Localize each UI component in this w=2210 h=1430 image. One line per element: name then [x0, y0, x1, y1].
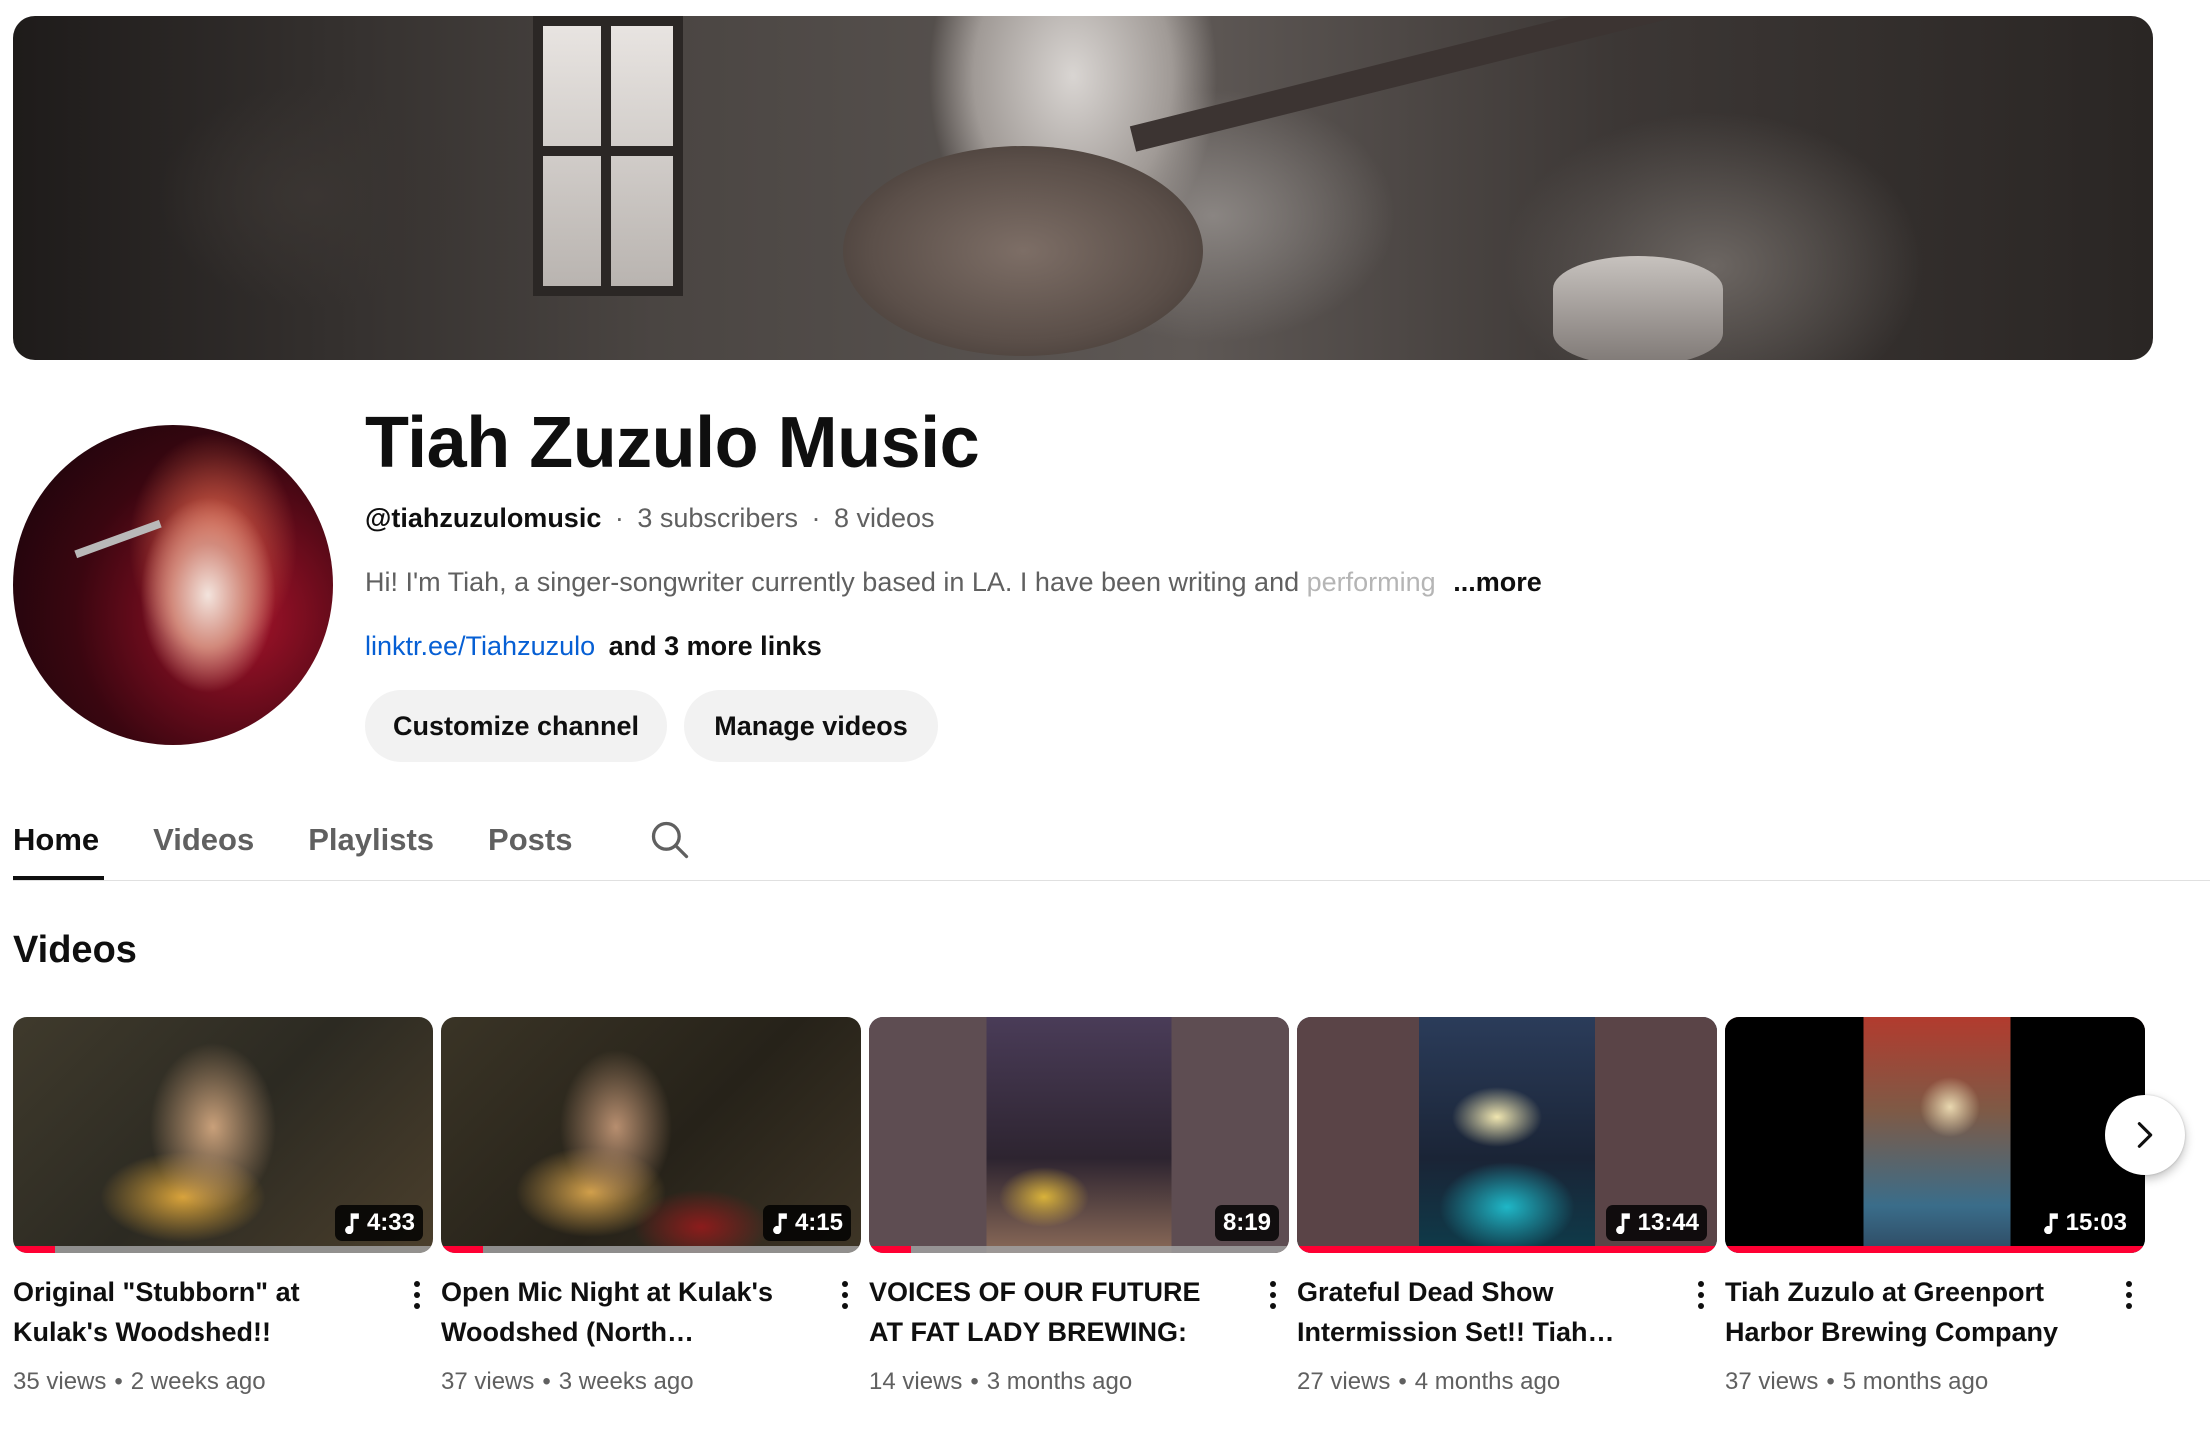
watch-progress-track — [1725, 1246, 2145, 1253]
section-title: Videos — [13, 929, 137, 971]
video-duration-badge: 15:03 — [2033, 1205, 2135, 1241]
watch-progress-fill — [1297, 1246, 1717, 1253]
watch-progress-track — [869, 1246, 1289, 1253]
video-card[interactable]: 15:03 Tiah Zuzulo at Greenport Harbor Br… — [1725, 1017, 2145, 1395]
video-meta: 37 views • 3 weeks ago — [441, 1367, 694, 1397]
video-thumbnail[interactable]: 15:03 — [1725, 1017, 2145, 1253]
more-vertical-icon[interactable] — [403, 1275, 431, 1315]
music-note-icon — [1615, 1213, 1630, 1234]
description-more-link[interactable]: ...more — [1453, 567, 1542, 597]
video-title[interactable]: Original "Stubborn" at Kulak's Woodshed!… — [13, 1272, 383, 1352]
description-faded-text: performing — [1306, 567, 1436, 597]
watch-progress-fill — [13, 1246, 55, 1253]
more-links-button[interactable]: and 3 more links — [609, 631, 822, 661]
channel-meta: @tiahzuzulomusic · 3 subscribers · 8 vid… — [365, 500, 935, 536]
tabs-divider — [13, 880, 2210, 881]
video-thumbnail[interactable]: 4:33 — [13, 1017, 433, 1253]
tab-videos[interactable]: Videos — [153, 800, 254, 880]
search-glyph — [652, 821, 689, 859]
video-thumbnail[interactable]: 13:44 — [1297, 1017, 1717, 1253]
video-meta: 37 views • 5 months ago — [1725, 1367, 1988, 1397]
video-duration-badge: 8:19 — [1214, 1205, 1279, 1241]
channel-handle: @tiahzuzulomusic — [365, 503, 602, 533]
video-duration: 13:44 — [1637, 1209, 1699, 1236]
music-note-icon — [773, 1213, 787, 1234]
video-duration-badge: 13:44 — [1605, 1205, 1707, 1241]
manage-videos-button[interactable]: Manage videos — [684, 690, 938, 762]
more-vertical-icon[interactable] — [1687, 1275, 1715, 1315]
music-note-icon — [345, 1213, 359, 1234]
search-icon[interactable] — [646, 800, 694, 880]
watch-progress-fill — [441, 1246, 483, 1253]
watch-progress-track — [13, 1246, 433, 1253]
more-vertical-icon[interactable] — [831, 1275, 859, 1315]
channel-links: linktr.ee/Tiahzuzulo and 3 more links — [365, 628, 822, 664]
video-thumbnail[interactable]: 8:19 — [869, 1017, 1289, 1253]
upload-age: 2 weeks ago — [130, 1368, 266, 1395]
customize-channel-button[interactable]: Customize channel — [365, 690, 667, 762]
channel-tabs: Home Videos Playlists Posts — [13, 800, 748, 880]
video-duration-badge: 4:33 — [334, 1205, 423, 1241]
video-thumbnail[interactable]: 4:15 — [441, 1017, 861, 1253]
video-meta: 27 views • 4 months ago — [1297, 1367, 1560, 1397]
shelf-next-button[interactable] — [2105, 1095, 2185, 1175]
view-count: 37 views — [441, 1368, 535, 1395]
banner-window — [533, 16, 683, 296]
channel-banner — [13, 16, 2153, 360]
view-count: 14 views — [869, 1368, 963, 1395]
video-duration: 8:19 — [1222, 1209, 1271, 1236]
watch-progress-track — [441, 1246, 861, 1253]
video-meta: 14 views • 3 months ago — [869, 1367, 1132, 1397]
tab-posts[interactable]: Posts — [488, 800, 572, 880]
meta-separator: • — [114, 1368, 123, 1395]
video-duration: 4:33 — [366, 1209, 415, 1236]
video-card[interactable]: 13:44 Grateful Dead Show Intermission Se… — [1297, 1017, 1717, 1395]
video-card[interactable]: 4:15 Open Mic Night at Kulak's Woodshed … — [441, 1017, 861, 1395]
video-title[interactable]: Tiah Zuzulo at Greenport Harbor Brewing … — [1725, 1272, 2095, 1352]
watch-progress-fill — [1725, 1246, 2145, 1253]
upload-age: 3 months ago — [986, 1368, 1133, 1395]
more-vertical-icon[interactable] — [2115, 1275, 2143, 1315]
meta-separator: · — [811, 503, 821, 533]
channel-title: Tiah Zuzulo Music — [365, 403, 980, 483]
upload-age: 3 weeks ago — [558, 1368, 694, 1395]
video-card[interactable]: 8:19 VOICES OF OUR FUTURE AT FAT LADY BR… — [869, 1017, 1289, 1395]
banner-guitar — [843, 146, 1203, 356]
view-count: 35 views — [13, 1368, 107, 1395]
upload-age: 5 months ago — [1842, 1368, 1989, 1395]
tab-home[interactable]: Home — [13, 800, 105, 880]
watch-progress-fill — [869, 1246, 911, 1253]
view-count: 37 views — [1725, 1368, 1819, 1395]
upload-age: 4 months ago — [1414, 1368, 1561, 1395]
channel-avatar[interactable] — [13, 425, 333, 745]
watch-progress-track — [1297, 1246, 1717, 1253]
video-duration: 15:03 — [2065, 1209, 2127, 1236]
video-title[interactable]: Grateful Dead Show Intermission Set!! Ti… — [1297, 1272, 1667, 1352]
meta-separator: • — [542, 1368, 551, 1395]
video-title[interactable]: Open Mic Night at Kulak's Woodshed (Nort… — [441, 1272, 811, 1352]
more-vertical-icon[interactable] — [1259, 1275, 1287, 1315]
avatar-microphone — [74, 519, 162, 559]
meta-separator: • — [1826, 1368, 1835, 1395]
channel-external-link[interactable]: linktr.ee/Tiahzuzulo — [365, 631, 595, 661]
video-duration-badge: 4:15 — [762, 1205, 851, 1241]
video-duration: 4:15 — [794, 1209, 843, 1236]
banner-drum — [1553, 256, 1723, 360]
chevron-right-icon — [2137, 1122, 2153, 1148]
video-meta: 35 views • 2 weeks ago — [13, 1367, 266, 1397]
meta-separator: · — [614, 503, 624, 533]
tab-playlists[interactable]: Playlists — [308, 800, 434, 880]
video-title[interactable]: VOICES OF OUR FUTURE AT FAT LADY BREWING… — [869, 1272, 1239, 1352]
meta-separator: • — [970, 1368, 979, 1395]
channel-description[interactable]: Hi! I'm Tiah, a singer-songwriter curren… — [365, 564, 1542, 600]
subscriber-count: 3 subscribers — [637, 503, 798, 533]
description-text: Hi! I'm Tiah, a singer-songwriter curren… — [365, 567, 1307, 597]
meta-separator: • — [1398, 1368, 1407, 1395]
video-count: 8 videos — [833, 503, 935, 533]
view-count: 27 views — [1297, 1368, 1391, 1395]
video-card[interactable]: 4:33 Original "Stubborn" at Kulak's Wood… — [13, 1017, 433, 1395]
music-note-icon — [2043, 1213, 2058, 1234]
